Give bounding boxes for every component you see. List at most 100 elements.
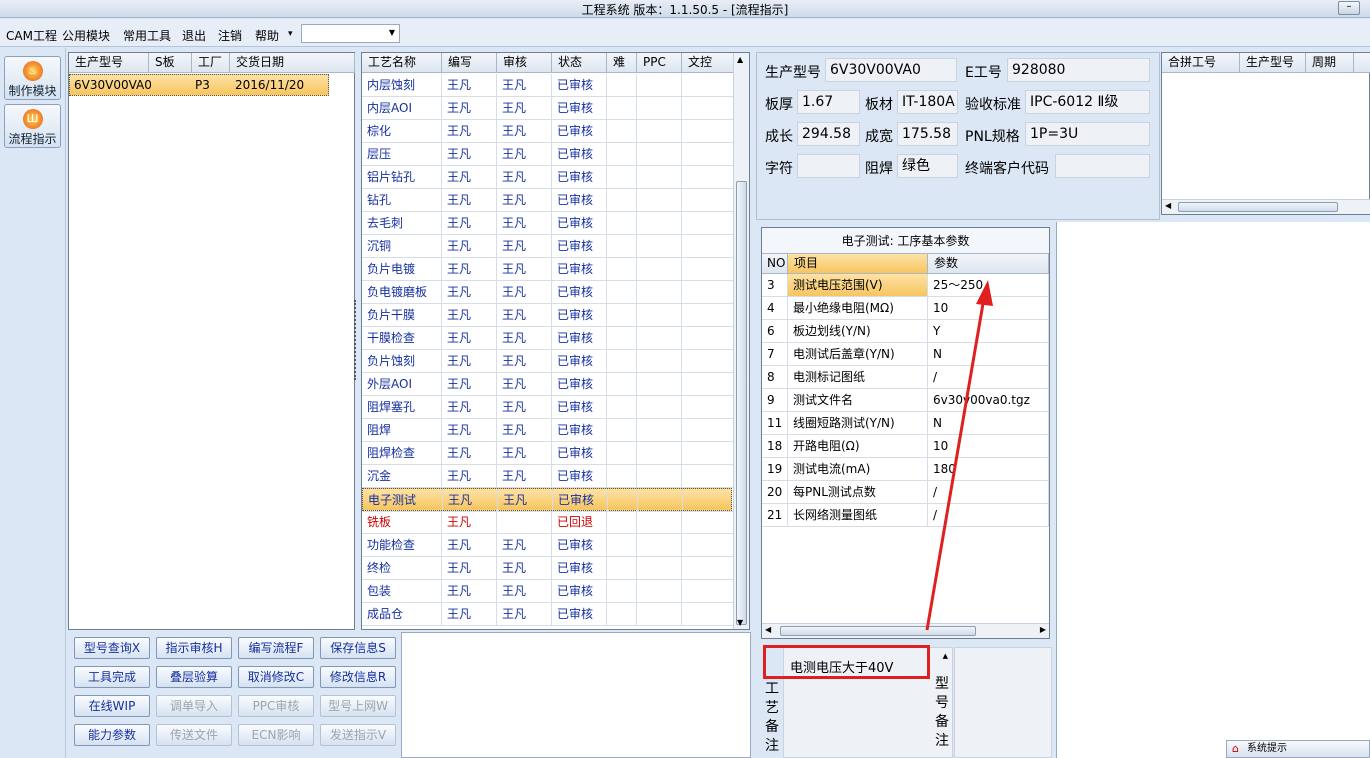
table-row[interactable]: 棕化 王凡 王凡 已审核 — [362, 120, 734, 143]
scroll-thumb[interactable] — [736, 181, 747, 625]
action-button-11[interactable]: 型号上网W — [320, 695, 396, 717]
table-row[interactable]: 钻孔 王凡 王凡 已审核 — [362, 189, 734, 212]
window-title: 工程系统 版本：1.1.50.5 - [流程指示] — [581, 3, 789, 17]
action-button-9[interactable]: 调单导入 — [156, 695, 232, 717]
col-header-period[interactable]: 周期 — [1306, 53, 1354, 73]
model-field[interactable]: 6V30V00VA0 — [825, 58, 957, 82]
flow-guide-button[interactable]: Ш 流程指示 — [4, 104, 61, 148]
table-row[interactable]: 沉铜 王凡 王凡 已审核 — [362, 235, 734, 258]
col-header-s[interactable]: S板 — [149, 53, 192, 73]
col-header-status[interactable]: 状态 — [552, 53, 607, 73]
menu-help[interactable]: 帮助 — [255, 27, 279, 44]
action-button-14[interactable]: ECN影响 — [238, 724, 314, 746]
length-field[interactable]: 294.58 — [797, 122, 860, 146]
col-header-writer[interactable]: 编写 — [442, 53, 497, 73]
action-button-6[interactable]: 取消修改C — [238, 666, 314, 688]
pnl-field[interactable]: 1P=3U — [1025, 122, 1150, 146]
character-field[interactable] — [797, 154, 860, 178]
action-button-5[interactable]: 叠层验算 — [156, 666, 232, 688]
action-button-7[interactable]: 修改信息R — [320, 666, 396, 688]
table-row[interactable]: 层压 王凡 王凡 已审核 — [362, 143, 734, 166]
col-header-merge-model[interactable]: 生产型号 — [1240, 53, 1306, 73]
table-row[interactable]: 阻焊检查 王凡 王凡 已审核 — [362, 442, 734, 465]
col-header-delivery[interactable]: 交货日期 — [230, 53, 355, 73]
width-field[interactable]: 175.58 — [897, 122, 958, 146]
material-field[interactable]: IT-180A — [897, 90, 958, 114]
splitter-handle[interactable] — [354, 300, 359, 380]
action-button-8[interactable]: 在线WIP — [74, 695, 150, 717]
table-row[interactable]: 负片电镀 王凡 王凡 已审核 — [362, 258, 734, 281]
writer-cell: 王凡 — [442, 557, 497, 580]
process-name-cell: 层压 — [362, 143, 442, 166]
merge-hscroll[interactable]: ◀ — [1162, 199, 1370, 214]
scroll-left-icon[interactable]: ◀ — [765, 625, 771, 634]
writer-cell: 王凡 — [442, 373, 497, 396]
table-row[interactable]: 6V30V00VA0 P3 2016/11/20 — [69, 74, 329, 96]
table-row[interactable]: 阻焊 王凡 王凡 已审核 — [362, 419, 734, 442]
menu-exit[interactable]: 退出 — [182, 27, 206, 44]
table-row[interactable]: 终检 王凡 王凡 已审核 — [362, 557, 734, 580]
scroll-down-icon[interactable]: ▼ — [737, 618, 743, 627]
table-row[interactable]: 外层AOI 王凡 王凡 已审核 — [362, 373, 734, 396]
doc-control-cell — [682, 534, 734, 557]
help-dropdown-icon[interactable]: ▾ — [288, 29, 293, 39]
reviewer-cell: 王凡 — [497, 281, 552, 304]
action-button-2[interactable]: 编写流程F — [238, 637, 314, 659]
table-row[interactable]: 包装 王凡 王凡 已审核 — [362, 580, 734, 603]
menu-common-tools[interactable]: 常用工具 — [123, 27, 171, 44]
table-row[interactable]: 铝片钻孔 王凡 王凡 已审核 — [362, 166, 734, 189]
scroll-up-icon[interactable]: ▲ — [737, 55, 743, 64]
table-row[interactable]: 电子测试 王凡 王凡 已审核 — [362, 488, 735, 512]
table-row[interactable]: 内层AOI 王凡 王凡 已审核 — [362, 97, 734, 120]
action-button-4[interactable]: 工具完成 — [74, 666, 150, 688]
col-header-process[interactable]: 工艺名称 — [362, 53, 442, 73]
menu-combo-box[interactable]: ▼ — [301, 24, 400, 43]
action-button-1[interactable]: 指示审核H — [156, 637, 232, 659]
scroll-thumb[interactable] — [1178, 202, 1338, 212]
make-module-button[interactable]: ♨ 制作模块 — [4, 56, 61, 100]
menu-logout[interactable]: 注销 — [218, 27, 242, 44]
scroll-left-icon[interactable]: ◀ — [1165, 201, 1171, 210]
col-header-no[interactable]: NO — [762, 254, 788, 274]
action-button-15[interactable]: 发送指示V — [320, 724, 396, 746]
process-name-cell: 负片电镀 — [362, 258, 442, 281]
action-button-10[interactable]: PPC审核 — [238, 695, 314, 717]
model-note-box[interactable] — [954, 647, 1052, 758]
action-button-12[interactable]: 能力参数 — [74, 724, 150, 746]
table-row[interactable]: 内层蚀刻 王凡 王凡 已审核 — [362, 74, 734, 97]
table-row[interactable]: 去毛刺 王凡 王凡 已审核 — [362, 212, 734, 235]
col-header-merge-no[interactable]: 合拼工号 — [1162, 53, 1240, 73]
table-row[interactable]: 沉金 王凡 王凡 已审核 — [362, 465, 734, 488]
writer-cell: 王凡 — [442, 166, 497, 189]
col-header-factory[interactable]: 工厂 — [192, 53, 230, 73]
combo-arrow-icon[interactable]: ▼ — [389, 28, 395, 37]
table-row[interactable]: 功能检查 王凡 王凡 已审核 — [362, 534, 734, 557]
minimize-button[interactable]: – — [1338, 1, 1360, 15]
table-row[interactable]: 阻焊塞孔 王凡 王凡 已审核 — [362, 396, 734, 419]
scroll-right-icon[interactable]: ▶ — [1040, 625, 1046, 634]
note-scroll-icon[interactable]: ▲ — [943, 652, 948, 660]
table-row[interactable]: 负片蚀刻 王凡 王凡 已审核 — [362, 350, 734, 373]
e-no-field[interactable]: 928080 — [1007, 58, 1150, 82]
table-row[interactable]: 干膜检查 王凡 王凡 已审核 — [362, 327, 734, 350]
system-tip-bar[interactable]: ⌂ 系统提示 — [1226, 740, 1370, 758]
menu-cam[interactable]: CAM工程 — [6, 27, 57, 44]
action-button-3[interactable]: 保存信息S — [320, 637, 396, 659]
col-header-ppc[interactable]: PPC — [637, 53, 682, 73]
table-row[interactable]: 成品仓 王凡 王凡 已审核 — [362, 603, 734, 626]
col-header-difficulty[interactable]: 难 — [607, 53, 637, 73]
col-header-model[interactable]: 生产型号 — [69, 53, 149, 73]
action-button-0[interactable]: 型号查询X — [74, 637, 150, 659]
solder-mask-field[interactable]: 绿色 — [897, 154, 958, 178]
standard-field[interactable]: IPC-6012 Ⅱ级 — [1025, 90, 1150, 114]
table-row[interactable]: 铣板 王凡 已回退 — [362, 511, 734, 534]
process-vscroll[interactable]: ▲ ▼ — [733, 53, 749, 629]
col-header-reviewer[interactable]: 审核 — [497, 53, 552, 73]
customer-code-field[interactable] — [1055, 154, 1150, 178]
col-header-doc-control[interactable]: 文控 — [682, 53, 734, 73]
table-row[interactable]: 负电镀磨板 王凡 王凡 已审核 — [362, 281, 734, 304]
thickness-field[interactable]: 1.67 — [797, 90, 860, 114]
menu-common-module[interactable]: 公用模块 — [62, 27, 110, 44]
action-button-13[interactable]: 传送文件 — [156, 724, 232, 746]
table-row[interactable]: 负片干膜 王凡 王凡 已审核 — [362, 304, 734, 327]
